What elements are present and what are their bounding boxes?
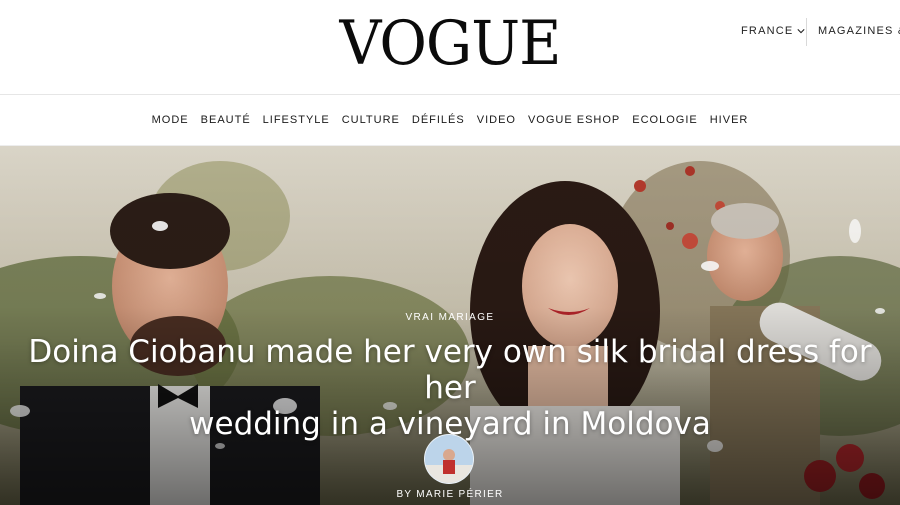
site-header: VOGUE FRANCE MAGAZINES & ABONNEMENTS — [0, 0, 900, 95]
article-kicker[interactable]: VRAI MARIAGE — [0, 312, 900, 323]
chevron-down-icon — [797, 29, 806, 34]
nav-item-culture[interactable]: CULTURE — [342, 114, 400, 126]
author-avatar-image — [425, 435, 473, 483]
nav-item-mode[interactable]: MODE — [152, 114, 189, 126]
region-selector[interactable]: FRANCE — [741, 25, 806, 37]
nav-item-vogue-eshop[interactable]: VOGUE ESHOP — [528, 114, 620, 126]
magazines-link[interactable]: MAGAZINES & ABONNEMENTS — [818, 25, 900, 37]
vogue-logo[interactable]: VOGUE — [0, 6, 900, 80]
nav-item-lifestyle[interactable]: LIFESTYLE — [263, 114, 330, 126]
author-avatar[interactable] — [424, 434, 474, 484]
author-byline[interactable]: BY MARIE PÉRIER — [0, 489, 900, 500]
nav-item-hiver[interactable]: HIVER — [710, 114, 749, 126]
region-label: FRANCE — [741, 25, 794, 37]
main-nav: MODE BEAUTÉ LIFESTYLE CULTURE DÉFILÉS VI… — [0, 95, 900, 146]
article-headline[interactable]: Doina Ciobanu made her very own silk bri… — [0, 334, 900, 442]
header-divider — [806, 18, 807, 46]
nav-item-ecologie[interactable]: ECOLOGIE — [632, 114, 697, 126]
nav-item-defiles[interactable]: DÉFILÉS — [412, 114, 465, 126]
headline-line-1: Doina Ciobanu made her very own silk bri… — [28, 334, 872, 406]
nav-item-beaute[interactable]: BEAUTÉ — [201, 114, 251, 126]
nav-item-video[interactable]: VIDEO — [477, 114, 516, 126]
